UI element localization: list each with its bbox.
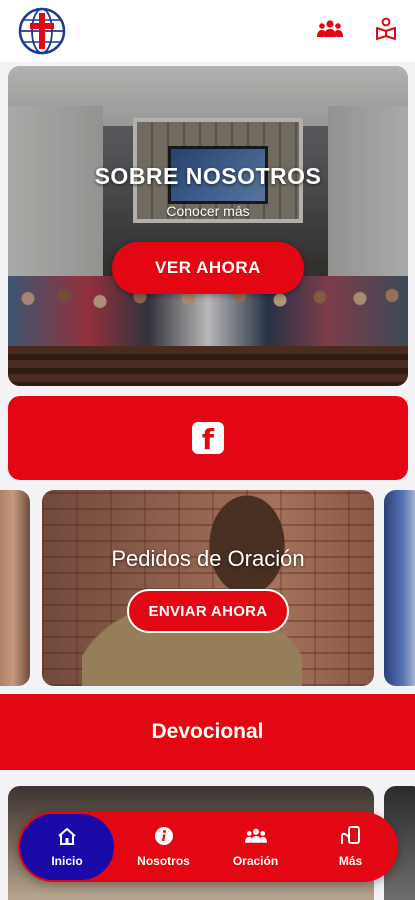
church-logo-icon (18, 7, 66, 55)
about-us-card[interactable]: SOBRE NOSOTROS Conocer más VER AHORA (8, 66, 408, 386)
devotional-label: Devocional (151, 720, 264, 743)
app-header (0, 0, 415, 62)
nav-label-nosotros: Nosotros (137, 854, 190, 868)
group-icon (244, 826, 267, 846)
nav-item-nosotros[interactable]: Nosotros (116, 812, 211, 882)
prayer-requests-title: Pedidos de Oración (111, 546, 305, 571)
facebook-banner[interactable]: f (8, 396, 408, 480)
home-icon (56, 826, 78, 846)
members-button[interactable] (316, 18, 344, 44)
about-us-subtitle: Conocer más (166, 203, 250, 219)
nav-label-oracion: Oración (232, 854, 279, 868)
info-icon (153, 826, 175, 846)
carousel-card-previous[interactable] (0, 490, 30, 686)
devotional-banner[interactable]: Devocional (0, 694, 415, 770)
facebook-icon: f (192, 422, 224, 454)
hand-phone-icon (340, 826, 362, 846)
about-us-title: SOBRE NOSOTROS (94, 163, 322, 189)
prayer-requests-card[interactable]: Pedidos de Oración ENVIAR AHORA (42, 490, 374, 686)
view-now-button[interactable]: VER AHORA (112, 242, 304, 294)
nav-label-mas: Más (338, 854, 363, 868)
bible-study-button[interactable] (372, 17, 400, 46)
nav-item-oracion[interactable]: Oración (208, 812, 303, 882)
nav-item-inicio[interactable]: Inicio (20, 814, 114, 880)
group-icon (317, 19, 343, 44)
book-person-icon (375, 17, 397, 46)
bottom-navigation: Inicio Nosotros Oración Más (18, 812, 398, 882)
send-now-button[interactable]: ENVIAR AHORA (127, 589, 289, 633)
carousel-card-next[interactable] (384, 490, 415, 686)
nav-item-mas[interactable]: Más (303, 812, 398, 882)
nav-label-inicio: Inicio (51, 854, 83, 868)
